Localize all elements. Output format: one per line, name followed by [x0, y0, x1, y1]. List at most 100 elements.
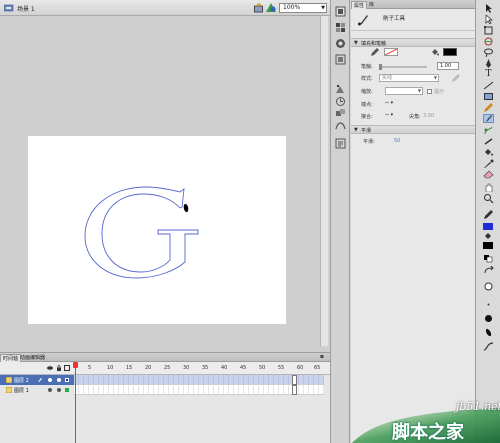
components-icon[interactable] [335, 108, 346, 119]
object-drawing-icon[interactable] [483, 282, 494, 291]
visibility-dot[interactable] [48, 378, 52, 382]
layer-frames[interactable] [74, 385, 324, 395]
triangle-down-icon: ▼ [354, 40, 358, 46]
tools-panel: T [475, 0, 500, 443]
zoom-tool-icon[interactable] [483, 194, 494, 203]
pen-tool-icon[interactable] [483, 59, 494, 68]
frame-number: 25 [164, 365, 171, 371]
3d-rotation-tool-icon[interactable] [483, 37, 494, 46]
lock-dot[interactable] [57, 388, 61, 392]
tab-properties[interactable]: 属性 [351, 1, 368, 9]
motion-presets-icon[interactable] [335, 120, 346, 131]
lock-icon[interactable] [56, 365, 62, 371]
brush-size-icon[interactable] [483, 314, 494, 323]
current-tool-row: 刷子工具 [351, 9, 475, 31]
tab-motion-editor[interactable]: 动画编辑器 [18, 354, 47, 362]
stroke-slider[interactable] [379, 66, 427, 68]
keyframe-end[interactable] [292, 375, 297, 385]
smooth-label: 平滑: [363, 139, 375, 145]
timeline-tabs: 时间轴 动画编辑器 ▪ [0, 353, 330, 362]
layer-name-cell[interactable]: 图层 2 [0, 375, 74, 385]
line-tool-icon[interactable] [483, 81, 494, 90]
frame-number: 55 [278, 365, 285, 371]
section-fill-stroke[interactable]: ▼ 填充和笔触 [351, 38, 475, 47]
cap-dropdown[interactable]: ⏤ ▾ [385, 100, 393, 106]
edit-stroke-style-icon[interactable] [451, 74, 460, 83]
pencil-tool-icon[interactable] [483, 103, 494, 112]
style-value: 实线 [382, 75, 393, 81]
section-smoothing[interactable]: ▼ 平滑 [351, 125, 475, 134]
color-icon[interactable] [335, 6, 346, 17]
letter-g-outline[interactable] [80, 186, 204, 280]
transform-icon[interactable] [335, 84, 346, 95]
align-icon[interactable] [335, 38, 346, 49]
stroke-color-chip[interactable] [483, 223, 493, 230]
visibility-dot[interactable] [48, 388, 52, 392]
stroke-color-swatch[interactable] [384, 48, 398, 56]
lock-fill-icon[interactable] [483, 300, 494, 309]
tool-name: 刷子工具 [383, 16, 406, 22]
zoom-value: 100% [283, 4, 301, 11]
outline-color-box[interactable] [65, 378, 69, 382]
tab-library[interactable]: 库 [367, 1, 376, 9]
swatches-icon[interactable] [335, 22, 346, 33]
paint-bucket-tool-icon[interactable] [483, 148, 494, 157]
frame-number: 65 [314, 365, 321, 371]
rectangle-tool-icon[interactable] [483, 92, 494, 101]
layer-row[interactable]: 图层 1 [0, 385, 330, 395]
playhead[interactable] [73, 362, 78, 368]
zoom-select[interactable]: 100% ▼ [279, 3, 327, 13]
eye-icon[interactable] [47, 365, 53, 371]
fill-color-swatch[interactable] [443, 48, 457, 56]
properties-icon[interactable] [335, 138, 346, 149]
lasso-tool-icon[interactable] [483, 48, 494, 57]
edit-symbol-icon[interactable] [266, 3, 276, 13]
eyedropper-tool-icon[interactable] [483, 159, 494, 168]
stroke-value-field[interactable]: 1.00 [437, 62, 459, 70]
layer-row[interactable]: 图层 2 [0, 375, 330, 385]
join-dropdown[interactable]: ⏤ ▾ [385, 112, 393, 118]
hand-tool-icon[interactable] [483, 183, 494, 192]
scene-label[interactable]: 场景 1 [17, 4, 35, 13]
deco-tool-icon[interactable] [483, 126, 494, 135]
swap-colors-icon[interactable] [483, 266, 494, 275]
section-title: 填充和笔触 [361, 41, 387, 47]
history-icon[interactable] [335, 96, 346, 107]
properties-tabs: 属性 库 [351, 0, 475, 9]
miter-value[interactable]: 3.00 [423, 113, 434, 119]
subselection-tool-icon[interactable] [483, 15, 494, 24]
black-white-icon[interactable] [483, 254, 494, 263]
selection-tool-icon[interactable] [483, 4, 494, 13]
section-title: 平滑 [361, 128, 372, 134]
lock-dot[interactable] [57, 378, 61, 382]
pencil-icon [371, 48, 379, 56]
stage-vertical-scrollbar[interactable] [320, 16, 328, 346]
free-transform-tool-icon[interactable] [483, 26, 494, 35]
pressure-icon[interactable] [483, 342, 494, 351]
hint-checkbox[interactable] [427, 89, 432, 94]
text-tool-icon[interactable]: T [483, 70, 494, 79]
eraser-tool-icon[interactable] [483, 170, 494, 179]
layer-frames[interactable] [74, 375, 324, 385]
panel-menu-icon[interactable]: ▪ [320, 353, 324, 360]
smooth-value[interactable]: 50 [394, 138, 400, 144]
fill-color-chip[interactable] [483, 242, 493, 249]
keyframe-end[interactable] [292, 385, 297, 395]
info-icon[interactable] [335, 54, 346, 65]
brush-shape-icon[interactable] [483, 328, 494, 337]
layer-name: 图层 2 [14, 378, 29, 384]
join-label: 接合: [361, 114, 373, 120]
stroke-slider-knob[interactable] [379, 64, 382, 70]
frame-number: 30 [183, 365, 190, 371]
outline-icon[interactable] [64, 365, 70, 371]
bone-tool-icon[interactable] [483, 137, 494, 146]
chevron-down-icon: ▼ [433, 75, 437, 80]
outline-color-box[interactable] [65, 388, 69, 392]
style-dropdown[interactable]: 实线 ▼ [379, 74, 439, 82]
brush-tool-icon[interactable] [483, 114, 494, 123]
frame-ruler[interactable]: 5 10 15 20 25 30 35 40 45 50 55 60 65 [74, 362, 324, 375]
scale-dropdown[interactable]: ▼ [385, 87, 423, 95]
layer-name-cell[interactable]: 图层 1 [0, 385, 74, 395]
stage-area: 场景 1 100% ▼ [0, 0, 330, 352]
edit-scene-icon[interactable] [254, 3, 264, 13]
